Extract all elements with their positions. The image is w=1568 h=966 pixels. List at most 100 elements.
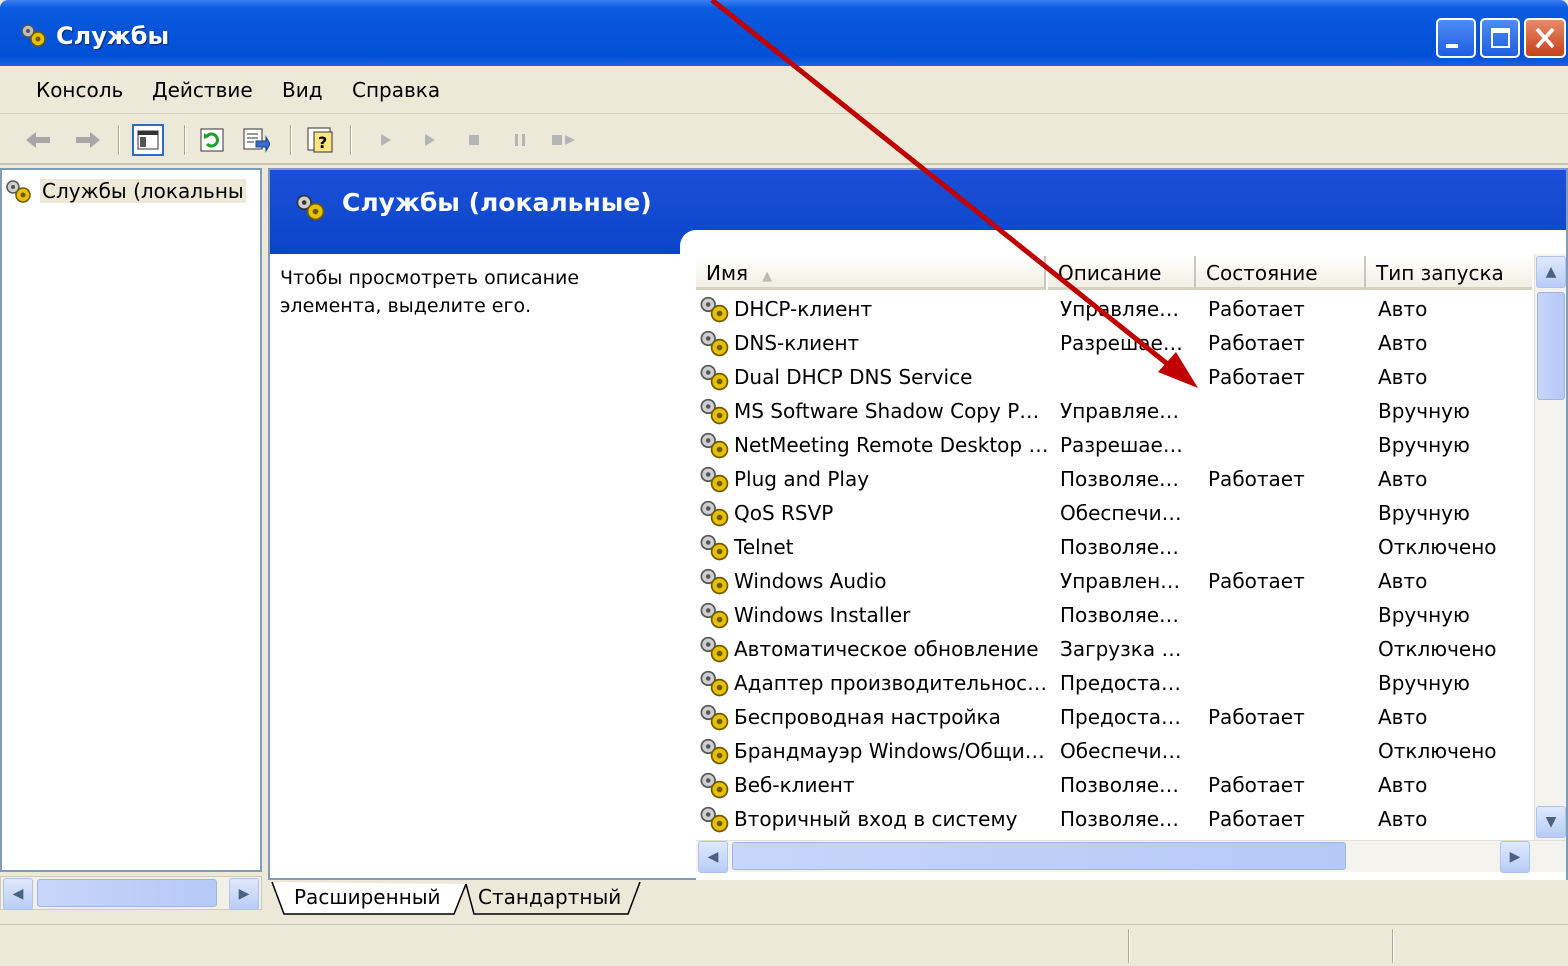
scroll-left-icon[interactable]: ◀ <box>698 841 728 873</box>
table-row[interactable]: Dual DHCP DNS Service Работает Авто <box>696 360 1532 394</box>
list-header: Имя ▲ Описание Состояние Тип запуска <box>696 256 1532 290</box>
show-hide-tree-icon[interactable] <box>132 124 164 156</box>
service-name-cell[interactable]: DHCP-клиент <box>698 292 1048 326</box>
column-header-description[interactable]: Описание <box>1048 256 1196 290</box>
table-row[interactable]: Вторичный вход в систему Позволяе… Работае… <box>696 802 1532 836</box>
service-name-cell[interactable]: QoS RSVP <box>698 496 1048 530</box>
scroll-thumb[interactable] <box>1537 292 1565 400</box>
service-description: Управлен… <box>1060 569 1181 593</box>
service-state: Работает <box>1208 807 1305 831</box>
table-row[interactable]: Windows Installer Позволяе… Вручную <box>696 598 1532 632</box>
table-row[interactable]: Telnet Позволяе… Отключено <box>696 530 1532 564</box>
scroll-left-icon[interactable]: ◀ <box>3 878 33 910</box>
service-name: NetMeeting Remote Desktop … <box>734 433 1048 457</box>
menu-view[interactable]: Вид <box>282 78 323 102</box>
service-name-cell[interactable]: DNS-клиент <box>698 326 1048 360</box>
svg-text:?: ? <box>318 133 327 152</box>
menu-action[interactable]: Действие <box>152 78 253 102</box>
service-name-cell[interactable]: Вторичный вход в систему <box>698 802 1048 836</box>
service-gear-icon <box>698 464 732 494</box>
service-description: Разрешае… <box>1060 433 1183 457</box>
status-separator <box>1392 929 1394 963</box>
service-name: DHCP-клиент <box>734 297 873 321</box>
service-startup-type: Отключено <box>1378 637 1497 661</box>
column-header-name[interactable]: Имя ▲ <box>696 256 1046 290</box>
service-description: Управляе… <box>1060 297 1180 321</box>
tab-extended[interactable]: Расширенный <box>294 880 441 916</box>
table-row[interactable]: Plug and Play Позволяе… Работает Авто <box>696 462 1532 496</box>
scroll-up-icon[interactable]: ▲ <box>1536 256 1566 288</box>
service-description: Позволяе… <box>1060 535 1180 559</box>
service-name-cell[interactable]: Беспроводная настройка <box>698 700 1048 734</box>
status-separator <box>1128 929 1130 963</box>
help-icon[interactable]: ? <box>304 124 336 156</box>
stop-service-icon[interactable] <box>458 124 490 156</box>
minimize-button[interactable] <box>1436 18 1476 58</box>
console-tree[interactable]: Службы (локальны <box>0 168 262 872</box>
table-row[interactable]: Веб-клиент Позволяе… Работает Авто <box>696 768 1532 802</box>
service-name-cell[interactable]: NetMeeting Remote Desktop … <box>698 428 1048 462</box>
scroll-right-icon[interactable]: ▶ <box>229 878 259 910</box>
menu-help[interactable]: Справка <box>352 78 440 102</box>
menu-console[interactable]: Консоль <box>36 78 123 102</box>
restart-service-icon[interactable] <box>548 124 580 156</box>
start-service-alt-icon[interactable] <box>414 124 446 156</box>
scroll-thumb[interactable] <box>732 842 1346 870</box>
service-name-cell[interactable]: Telnet <box>698 530 1048 564</box>
column-header-startup-type[interactable]: Тип запуска <box>1366 256 1532 290</box>
list-vertical-scrollbar[interactable]: ▲ ▼ <box>1534 254 1566 840</box>
scroll-thumb[interactable] <box>37 879 217 907</box>
service-startup-type: Вручную <box>1378 399 1470 423</box>
service-name-cell[interactable]: Адаптер производительнос… <box>698 666 1048 700</box>
status-bar <box>0 924 1568 966</box>
service-name: Адаптер производительнос… <box>734 671 1048 695</box>
service-name: Telnet <box>734 535 794 559</box>
table-row[interactable]: QoS RSVP Обеспечи… Вручную <box>696 496 1532 530</box>
forward-arrow-icon[interactable] <box>72 124 104 156</box>
back-arrow-icon[interactable] <box>22 124 54 156</box>
table-row[interactable]: NetMeeting Remote Desktop … Разрешае… Вруч… <box>696 428 1532 462</box>
refresh-icon[interactable] <box>196 124 228 156</box>
maximize-button[interactable] <box>1480 18 1520 58</box>
tree-item-label: Службы (локальны <box>40 179 246 203</box>
toolbar: ? <box>0 115 1568 165</box>
services-list[interactable]: Имя ▲ Описание Состояние Тип запуска DHCP… <box>696 254 1566 880</box>
close-button[interactable] <box>1524 18 1566 58</box>
panel-title: Службы (локальные) <box>342 188 652 217</box>
table-row[interactable]: Беспроводная настройка Предоста… Работает А… <box>696 700 1532 734</box>
service-name-cell[interactable]: Dual DHCP DNS Service <box>698 360 1048 394</box>
service-name-cell[interactable]: Веб-клиент <box>698 768 1048 802</box>
scroll-right-icon[interactable]: ▶ <box>1500 841 1530 873</box>
title-bar[interactable]: Службы <box>0 0 1568 66</box>
list-horizontal-scrollbar[interactable]: ◀ ▶ <box>696 840 1566 873</box>
table-row[interactable]: Брандмауэр Windows/Общи… Обеспечи… Отключе… <box>696 734 1532 768</box>
column-header-state[interactable]: Состояние <box>1196 256 1366 290</box>
scroll-down-icon[interactable]: ▼ <box>1536 806 1566 838</box>
service-gear-icon <box>698 498 732 528</box>
service-name-cell[interactable]: Windows Audio <box>698 564 1048 598</box>
table-row[interactable]: DHCP-клиент Управляе… Работает Авто <box>696 292 1532 326</box>
table-row[interactable]: Автоматическое обновление Загрузка … Отклю… <box>696 632 1532 666</box>
tree-horizontal-scrollbar[interactable]: ◀ ▶ <box>0 876 262 910</box>
service-name-cell[interactable]: Брандмауэр Windows/Общи… <box>698 734 1048 768</box>
service-state: Работает <box>1208 569 1305 593</box>
service-name: Dual DHCP DNS Service <box>734 365 973 389</box>
export-list-icon[interactable] <box>240 124 272 156</box>
start-service-icon[interactable] <box>370 124 402 156</box>
tab-standard[interactable]: Стандартный <box>478 880 621 916</box>
toolbar-separator <box>118 125 120 155</box>
table-row[interactable]: Адаптер производительнос… Предоста… Вручну… <box>696 666 1532 700</box>
table-row[interactable]: Windows Audio Управлен… Работает Авто <box>696 564 1532 598</box>
tree-item-services-local[interactable]: Службы (локальны <box>6 178 246 204</box>
panel-description: Чтобы просмотреть описание элемента, выд… <box>280 267 580 317</box>
pause-service-icon[interactable] <box>504 124 536 156</box>
table-row[interactable]: DNS-клиент Разрешае… Работает Авто <box>696 326 1532 360</box>
service-description: Позволяе… <box>1060 773 1180 797</box>
service-name: Windows Installer <box>734 603 911 627</box>
service-name-cell[interactable]: Автоматическое обновление <box>698 632 1048 666</box>
table-row[interactable]: MS Software Shadow Copy P… Управляе… Вручн… <box>696 394 1532 428</box>
service-name-cell[interactable]: MS Software Shadow Copy P… <box>698 394 1048 428</box>
service-description: Предоста… <box>1060 705 1182 729</box>
service-name-cell[interactable]: Windows Installer <box>698 598 1048 632</box>
service-name-cell[interactable]: Plug and Play <box>698 462 1048 496</box>
